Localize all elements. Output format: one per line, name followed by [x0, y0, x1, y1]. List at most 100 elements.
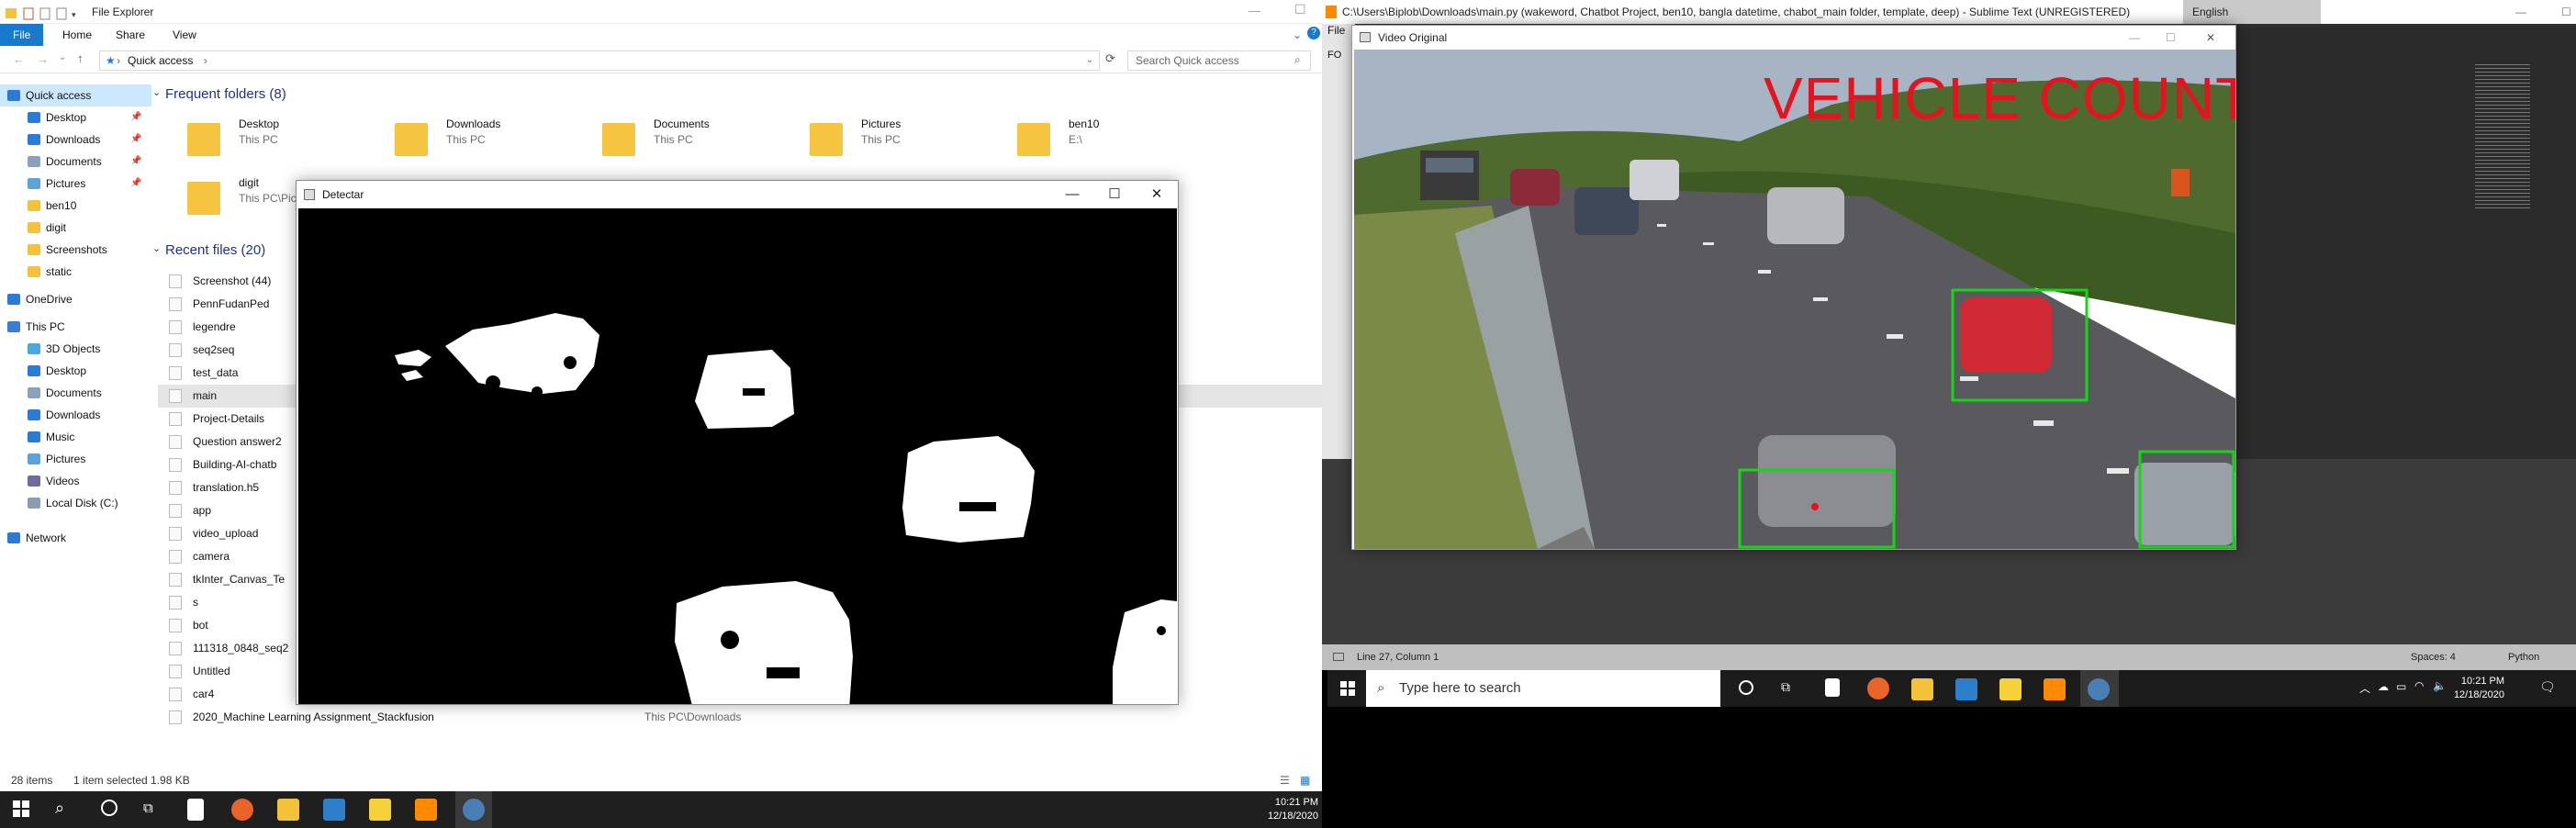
nav-item-pictures[interactable]: Pictures: [0, 448, 151, 470]
tab-share[interactable]: Share: [103, 24, 158, 46]
panel-toggle-icon[interactable]: [1333, 653, 1344, 661]
minimize-icon[interactable]: —: [1051, 181, 1093, 208]
minimize-icon[interactable]: —: [2515, 0, 2526, 24]
windows-start-icon[interactable]: [1340, 680, 1355, 696]
expand-ribbon-icon[interactable]: ⌄: [1293, 28, 1302, 41]
editor-area[interactable]: [2236, 28, 2576, 459]
menu-file[interactable]: File: [1327, 24, 1345, 37]
wifi-icon[interactable]: ◠: [2414, 679, 2424, 692]
recent-file-row[interactable]: 2020_Machine Learning Assignment_Stackfu…: [158, 706, 1322, 729]
nav-item-digit[interactable]: digit: [0, 217, 151, 239]
tab-view[interactable]: View: [160, 24, 209, 46]
up-arrow-icon[interactable]: ↑: [77, 51, 84, 65]
quick-access-toolbar-icon[interactable]: ▾: [6, 6, 79, 20]
show-hidden-icons-icon[interactable]: ︿: [2359, 680, 2370, 696]
maximize-icon[interactable]: ☐: [1294, 2, 1306, 17]
cortana-icon[interactable]: [101, 800, 118, 816]
mail-icon[interactable]: [323, 799, 345, 821]
nav-item-downloads[interactable]: Downloads: [0, 404, 151, 426]
file-icon[interactable]: [1825, 678, 1840, 697]
nav-item-network[interactable]: Network: [0, 527, 151, 549]
search-icon[interactable]: ⌕: [1294, 53, 1301, 67]
cortana-icon[interactable]: [1739, 680, 1753, 695]
frequent-folder-tile[interactable]: Desktop This PC: [187, 117, 389, 169]
nav-item-3d-objects[interactable]: 3D Objects: [0, 338, 151, 360]
video-title-bar[interactable]: Video Original — ☐ ✕: [1352, 26, 2235, 50]
search-icon[interactable]: ⌕: [55, 799, 64, 818]
tab-file[interactable]: File: [0, 24, 44, 46]
forward-arrow-icon[interactable]: →: [37, 52, 49, 66]
file-icon[interactable]: [187, 799, 204, 821]
onedrive-icon[interactable]: ☁: [2378, 680, 2389, 693]
syntax-setting[interactable]: Python: [2508, 644, 2539, 670]
nav-item-downloads[interactable]: Downloads 📌: [0, 129, 151, 151]
task-view-icon[interactable]: ⧉: [143, 800, 153, 816]
back-arrow-icon[interactable]: ←: [13, 52, 25, 66]
nav-item-desktop[interactable]: Desktop: [0, 360, 151, 382]
nav-item-documents[interactable]: Documents: [0, 382, 151, 404]
nav-item-local-disk-c[interactable]: Local Disk (C:): [0, 492, 151, 514]
nav-item-documents[interactable]: Documents 📌: [0, 151, 151, 173]
help-icon[interactable]: ?: [1307, 27, 1320, 39]
clock-date[interactable]: 12/18/2020: [2440, 689, 2504, 700]
restore-icon[interactable]: ☐: [2561, 0, 2571, 24]
frequent-folder-tile[interactable]: ben10 E:\: [1017, 117, 1219, 169]
nav-item-music[interactable]: Music: [0, 426, 151, 448]
indentation-setting[interactable]: Spaces: 4: [2411, 644, 2456, 670]
taskbar-search-box[interactable]: ⌕ Type here to search: [1366, 670, 1720, 707]
collapse-chevron-icon[interactable]: ⌄: [152, 86, 161, 98]
video-original-window[interactable]: Video Original — ☐ ✕ VEHICLE COUNT: [1351, 25, 2236, 550]
mail-icon[interactable]: [1955, 678, 1977, 700]
firefox-icon[interactable]: [1867, 677, 1889, 699]
frequent-folder-tile[interactable]: Downloads This PC: [395, 117, 597, 169]
frequent-folders-header[interactable]: Frequent folders (8): [165, 86, 286, 102]
explorer-title-bar[interactable]: ▾ File Explorer — ☐: [0, 0, 1322, 24]
minimize-icon[interactable]: —: [2129, 26, 2140, 50]
collapse-chevron-icon[interactable]: ⌄: [152, 242, 161, 254]
python-icon[interactable]: [463, 799, 485, 821]
tab-home[interactable]: Home: [50, 24, 105, 46]
large-icons-view-icon[interactable]: ▦: [1300, 769, 1310, 791]
search-input[interactable]: Search Quick access: [1127, 50, 1311, 71]
frequent-folder-tile[interactable]: Pictures This PC: [810, 117, 1012, 169]
python-icon[interactable]: [2088, 678, 2110, 700]
sticky-notes-icon[interactable]: [369, 799, 391, 821]
nav-item-videos[interactable]: Videos: [0, 470, 151, 492]
sublime-text-icon[interactable]: [2044, 678, 2066, 700]
language-label[interactable]: English: [2192, 0, 2228, 24]
nav-item-quick-access[interactable]: Quick access: [0, 84, 151, 106]
nav-item-onedrive[interactable]: OneDrive: [0, 288, 151, 310]
task-view-icon[interactable]: ⧉: [1781, 679, 1790, 695]
clock-date[interactable]: 12/18/2020: [1258, 811, 1318, 822]
close-icon[interactable]: ✕: [2206, 26, 2215, 50]
nav-item-desktop[interactable]: Desktop 📌: [0, 106, 151, 129]
clock-time[interactable]: 10:21 PM: [2449, 676, 2504, 687]
address-bar[interactable]: ★ › Quick access › ⌄: [99, 50, 1100, 71]
sublime-title-bar[interactable]: C:\Users\Biplob\Downloads\main.py (wakew…: [1322, 0, 2576, 24]
language-toolbar[interactable]: English: [2183, 0, 2321, 24]
refresh-icon[interactable]: ⟳: [1105, 51, 1115, 66]
detectar-window[interactable]: Detectar — ☐ ✕: [296, 180, 1179, 710]
address-dropdown-icon[interactable]: ⌄: [1086, 51, 1093, 70]
address-chevron-icon[interactable]: ›: [204, 54, 207, 67]
battery-icon[interactable]: ▭: [2396, 680, 2406, 693]
nav-item-pictures[interactable]: Pictures 📌: [0, 173, 151, 195]
recent-files-header[interactable]: Recent files (20): [165, 242, 265, 258]
frequent-folder-tile[interactable]: Documents This PC: [602, 117, 804, 169]
file-explorer-icon[interactable]: [1911, 678, 1933, 700]
minimize-icon[interactable]: —: [1249, 4, 1260, 17]
nav-item-screenshots[interactable]: Screenshots: [0, 239, 151, 261]
nav-item-ben10[interactable]: ben10: [0, 195, 151, 217]
clock-time[interactable]: 10:21 PM: [1267, 797, 1318, 808]
maximize-icon[interactable]: ☐: [2166, 26, 2176, 50]
recent-locations-icon[interactable]: ⌄: [59, 52, 66, 62]
file-explorer-icon[interactable]: [277, 799, 299, 821]
nav-item-this-pc[interactable]: This PC: [0, 316, 151, 338]
firefox-icon[interactable]: [231, 799, 253, 821]
nav-item-static[interactable]: static: [0, 261, 151, 283]
minimap[interactable]: [2475, 64, 2530, 211]
maximize-icon[interactable]: ☐: [1093, 181, 1136, 208]
notifications-icon[interactable]: 🗨: [2539, 679, 2556, 695]
detectar-title-bar[interactable]: Detectar — ☐ ✕: [297, 181, 1178, 208]
details-view-icon[interactable]: ☰: [1280, 769, 1290, 791]
